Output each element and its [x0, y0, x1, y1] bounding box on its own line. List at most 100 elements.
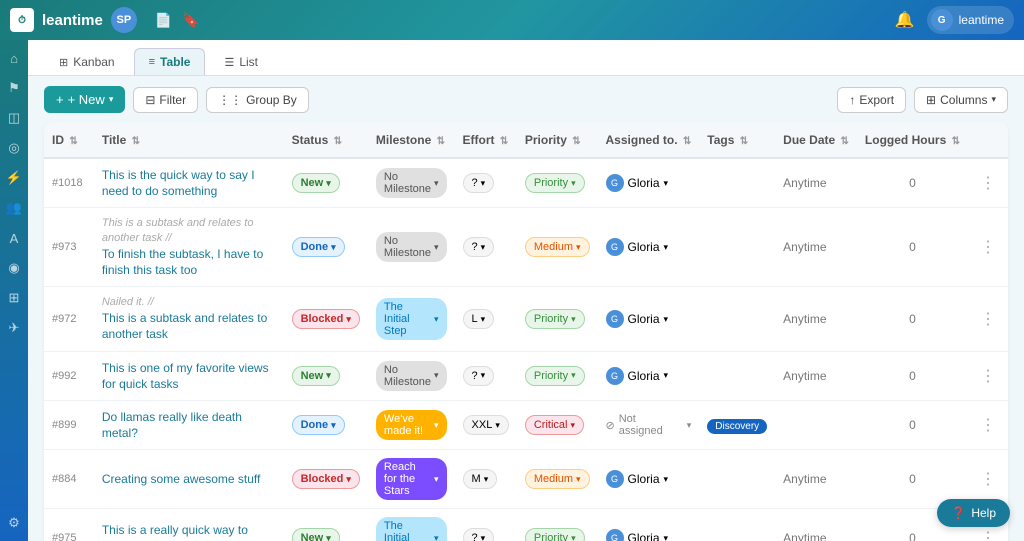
task-title-link[interactable]: Creating some awesome stuff [102, 472, 261, 486]
columns-button[interactable]: ⊞ Columns ▾ [914, 87, 1008, 113]
sidebar-text-icon[interactable]: A [2, 226, 26, 250]
col-status[interactable]: Status ⇅ [284, 123, 368, 158]
sidebar-flag-icon[interactable]: ⚑ [2, 76, 26, 100]
cell-title[interactable]: Do llamas really like death metal? [94, 401, 284, 450]
help-button[interactable]: ❓ Help [937, 499, 1010, 527]
task-title-link[interactable]: This is a really quick way to create a t… [102, 523, 248, 541]
status-badge[interactable]: Blocked ▾ [292, 469, 360, 489]
status-badge[interactable]: New ▾ [292, 366, 340, 386]
status-badge[interactable]: Blocked ▾ [292, 309, 360, 329]
task-title-link[interactable]: This is one of my favorite views for qui… [102, 361, 269, 391]
effort-badge[interactable]: M ▾ [463, 469, 498, 489]
priority-badge[interactable]: Priority ▾ [525, 366, 585, 386]
sidebar: ⌂ ⚑ ◫ ◎ ⚡ 👥 A ◉ ⊞ ✈ ⚙ [0, 40, 28, 541]
sidebar-people-icon[interactable]: 👥 [2, 196, 26, 220]
group-by-button[interactable]: ⋮⋮ Group By [206, 87, 309, 113]
user-avatar-initials[interactable]: SP [111, 7, 137, 33]
priority-badge[interactable]: Priority ▾ [525, 173, 585, 193]
assigned-badge[interactable]: G Gloria ▾ [606, 238, 669, 256]
assigned-badge[interactable]: G Gloria ▾ [606, 174, 669, 192]
milestone-badge[interactable]: No Milestone ▾ [376, 232, 447, 262]
cell-title[interactable]: This is a really quick way to create a t… [94, 509, 284, 541]
cell-title[interactable]: This is one of my favorite views for qui… [94, 351, 284, 400]
sidebar-circle-icon[interactable]: ◉ [2, 256, 26, 280]
cell-due-date [775, 401, 857, 450]
task-title-link[interactable]: To finish the subtask, I have to finish … [102, 247, 263, 277]
milestone-badge[interactable]: The Initial Step ▾ [376, 298, 447, 340]
milestone-badge[interactable]: We've made it! ▾ [376, 410, 447, 440]
milestone-badge[interactable]: No Milestone ▾ [376, 168, 447, 198]
assigned-name: Gloria [628, 312, 660, 326]
status-badge[interactable]: New ▾ [292, 173, 340, 193]
sidebar-chart-icon[interactable]: ◫ [2, 106, 26, 130]
more-options-button[interactable]: ⋮ [976, 368, 1000, 385]
effort-badge[interactable]: ? ▾ [463, 237, 495, 257]
assigned-badge[interactable]: G Gloria ▾ [606, 470, 669, 488]
cell-status: Done ▾ [284, 401, 368, 450]
milestone-badge[interactable]: Reach for the Stars ▾ [376, 458, 447, 500]
cell-title[interactable]: Creating some awesome stuff [94, 450, 284, 509]
priority-badge[interactable]: Priority ▾ [525, 309, 585, 329]
effort-badge[interactable]: L ▾ [463, 309, 495, 329]
status-badge[interactable]: New ▾ [292, 528, 340, 541]
nav-bookmark-icon[interactable]: 🔖 [182, 12, 199, 29]
more-options-button[interactable]: ⋮ [976, 417, 1000, 434]
col-assigned[interactable]: Assigned to. ⇅ [598, 123, 700, 158]
more-options-button[interactable]: ⋮ [976, 471, 1000, 488]
nav-document-icon[interactable]: 📄 [155, 12, 172, 29]
cell-id: #975 [44, 509, 94, 541]
more-options-button[interactable]: ⋮ [976, 311, 1000, 328]
col-milestone[interactable]: Milestone ⇅ [368, 123, 455, 158]
sidebar-send-icon[interactable]: ✈ [2, 316, 26, 340]
priority-badge[interactable]: Priority ▾ [525, 528, 585, 541]
cell-assigned: G Gloria ▾ [598, 509, 700, 541]
effort-badge[interactable]: ? ▾ [463, 173, 495, 193]
tab-kanban[interactable]: ⊞ Kanban [44, 48, 130, 75]
cell-title[interactable]: This is the quick way to say I need to d… [94, 158, 284, 208]
task-title-link[interactable]: Do llamas really like death metal? [102, 410, 242, 440]
milestone-badge[interactable]: The Initial Step ▾ [376, 517, 447, 541]
col-title[interactable]: Title ⇅ [94, 123, 284, 158]
export-button[interactable]: ↑ Export [837, 87, 906, 113]
assigned-badge[interactable]: G Gloria ▾ [606, 367, 669, 385]
cell-tags [699, 287, 775, 351]
more-options-button[interactable]: ⋮ [976, 239, 1000, 256]
priority-badge[interactable]: Medium ▾ [525, 469, 590, 489]
effort-badge[interactable]: ? ▾ [463, 528, 495, 541]
cell-title[interactable]: Nailed it. //This is a subtask and relat… [94, 287, 284, 351]
cell-title[interactable]: This is a subtask and relates to another… [94, 208, 284, 287]
sidebar-gear-icon[interactable]: ⚙ [2, 511, 26, 535]
status-badge[interactable]: Done ▾ [292, 415, 345, 435]
task-title-link[interactable]: This is the quick way to say I need to d… [102, 168, 255, 198]
sidebar-tasks-icon[interactable]: ⚡ [2, 166, 26, 190]
milestone-badge[interactable]: No Milestone ▾ [376, 361, 447, 391]
sidebar-home-icon[interactable]: ⌂ [2, 46, 26, 70]
col-priority[interactable]: Priority ⇅ [517, 123, 598, 158]
tab-table[interactable]: ≡ Table [134, 48, 206, 75]
notifications-bell-icon[interactable]: 🔔 [895, 10, 915, 30]
user-menu[interactable]: G leantime [927, 6, 1014, 34]
status-badge[interactable]: Done ▾ [292, 237, 345, 257]
col-tags[interactable]: Tags ⇅ [699, 123, 775, 158]
col-due-date[interactable]: Due Date ⇅ [775, 123, 857, 158]
sidebar-grid-icon[interactable]: ⊞ [2, 286, 26, 310]
new-button[interactable]: + + New ▾ [44, 86, 125, 113]
col-effort[interactable]: Effort ⇅ [455, 123, 517, 158]
unassigned-label[interactable]: ⊘ Not assigned ▾ [606, 413, 692, 437]
effort-badge[interactable]: ? ▾ [463, 366, 495, 386]
priority-badge[interactable]: Critical ▾ [525, 415, 584, 435]
tag-badge[interactable]: Discovery [707, 419, 767, 434]
more-options-button[interactable]: ⋮ [976, 175, 1000, 192]
col-id[interactable]: ID ⇅ [44, 123, 94, 158]
task-title-link[interactable]: This is a subtask and relates to another… [102, 311, 267, 341]
assigned-badge[interactable]: G Gloria ▾ [606, 310, 669, 328]
filter-button[interactable]: ⊟ Filter [133, 87, 198, 113]
tab-list[interactable]: ☰ List [209, 48, 273, 75]
cell-priority: Priority ▾ [517, 158, 598, 208]
more-options-button[interactable]: ⋮ [976, 530, 1000, 541]
sidebar-target-icon[interactable]: ◎ [2, 136, 26, 160]
effort-badge[interactable]: XXL ▾ [463, 415, 509, 435]
priority-badge[interactable]: Medium ▾ [525, 237, 590, 257]
assigned-badge[interactable]: G Gloria ▾ [606, 529, 669, 541]
col-logged-hours[interactable]: Logged Hours ⇅ [857, 123, 968, 158]
